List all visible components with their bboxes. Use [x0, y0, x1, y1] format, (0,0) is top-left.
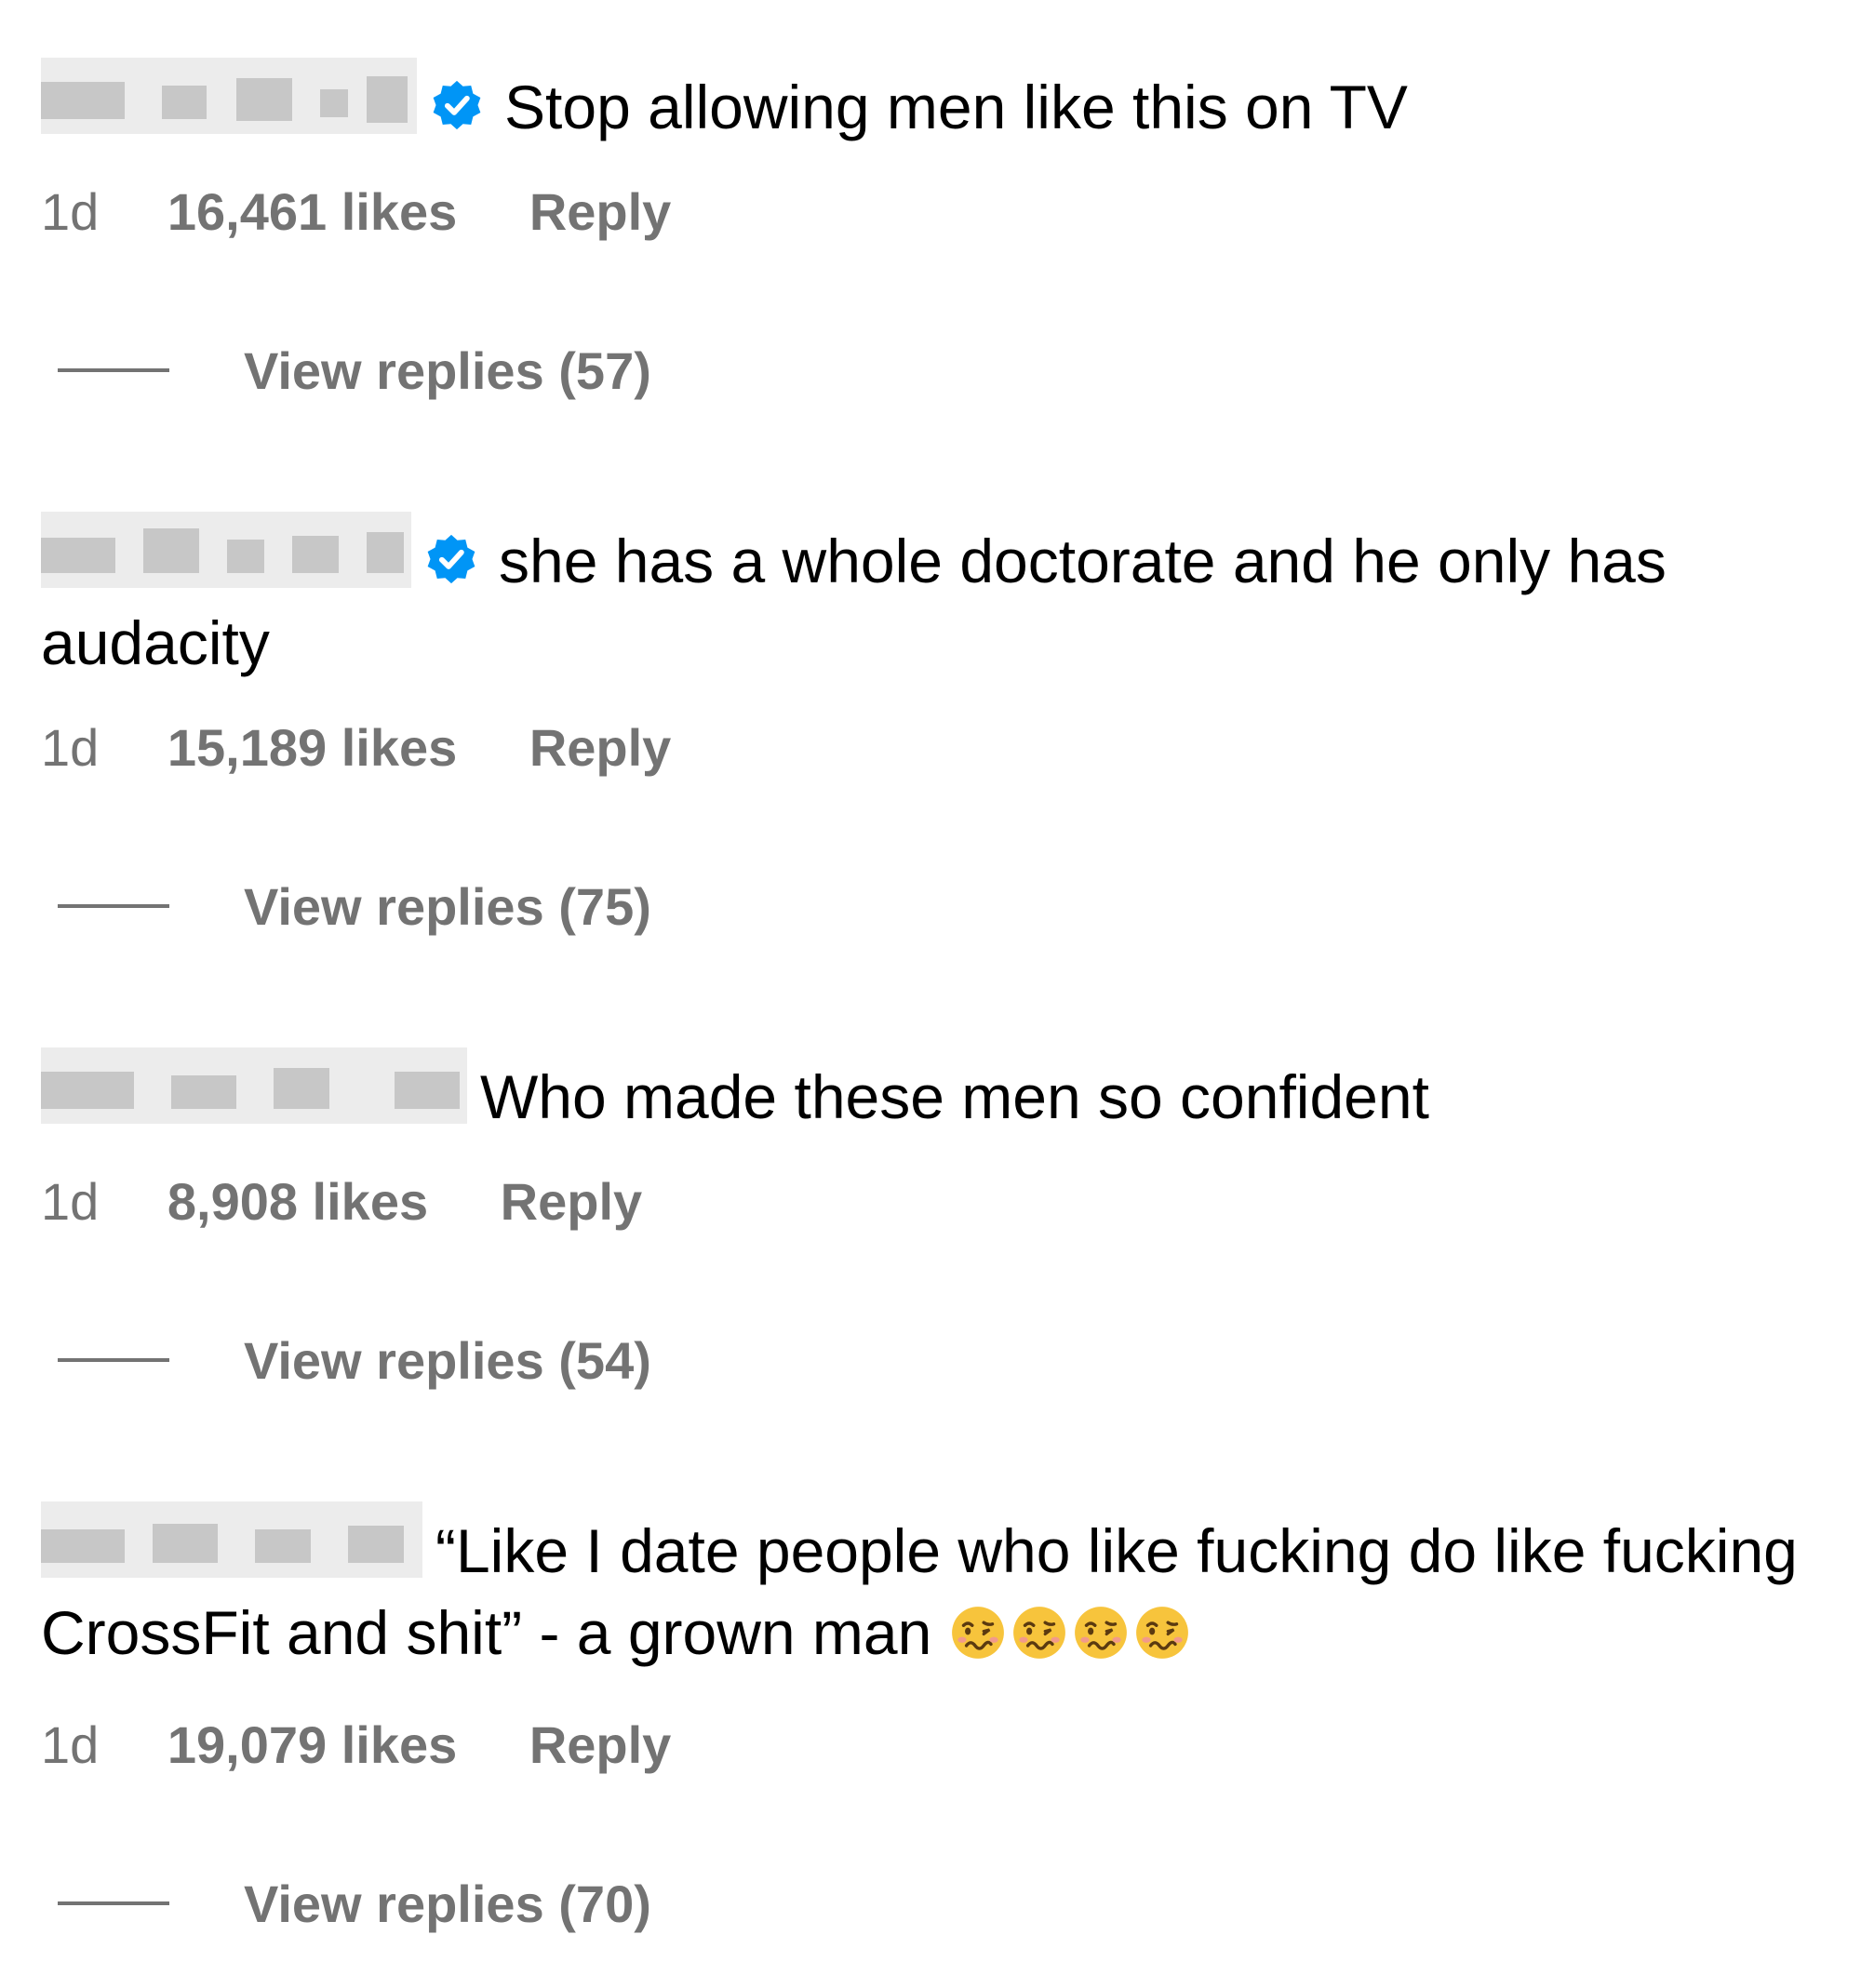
comment: she has a whole doctorate and he only ha… [0, 512, 1861, 939]
divider-line [58, 1358, 169, 1362]
comment-time[interactable]: 1d [41, 1172, 99, 1231]
comment-text: Who made these men so confident [480, 1062, 1429, 1131]
redacted-username[interactable] [41, 58, 417, 134]
view-replies-button[interactable]: View replies (57) [58, 338, 1861, 403]
comment-body: Stop allowing men like this on TV [41, 58, 1837, 148]
comment: “Like I date people who like fucking do … [0, 1501, 1861, 1936]
view-replies-label: View replies (57) [244, 340, 651, 400]
reply-button[interactable]: Reply [501, 1172, 643, 1231]
view-replies-button[interactable]: View replies (70) [58, 1871, 1861, 1936]
divider-line [58, 904, 169, 908]
comment-body: Who made these men so confident [41, 1047, 1837, 1138]
comment-likes[interactable]: 16,461 likes [167, 182, 457, 241]
woozy-face-icon [1135, 1607, 1188, 1659]
comment-time[interactable]: 1d [41, 718, 99, 777]
woozy-face-icon [1012, 1607, 1065, 1659]
comment-text: Stop allowing men like this on TV [504, 73, 1408, 141]
redacted-username[interactable] [41, 1047, 467, 1124]
reply-button[interactable]: Reply [529, 1715, 672, 1774]
comment-time[interactable]: 1d [41, 1715, 99, 1774]
reply-button[interactable]: Reply [529, 718, 672, 777]
woozy-face-icon [951, 1607, 1004, 1659]
comment-likes[interactable]: 8,908 likes [167, 1172, 428, 1231]
divider-line [58, 368, 169, 372]
comment-likes[interactable]: 19,079 likes [167, 1715, 457, 1774]
divider-line [58, 1901, 169, 1905]
redacted-username[interactable] [41, 1501, 422, 1578]
comment-meta: 1d 16,461 likes Reply [41, 180, 1861, 245]
view-replies-label: View replies (70) [244, 1874, 651, 1933]
comment: Who made these men so confident 1d 8,908… [0, 1047, 1861, 1393]
view-replies-label: View replies (54) [244, 1330, 651, 1390]
comment-meta: 1d 15,189 likes Reply [41, 715, 1861, 781]
redacted-username[interactable] [41, 512, 411, 588]
comment: Stop allowing men like this on TV 1d 16,… [0, 58, 1861, 403]
woozy-face-icon [1074, 1607, 1127, 1659]
view-replies-label: View replies (75) [244, 876, 651, 936]
comment-body: she has a whole doctorate and he only ha… [41, 512, 1837, 684]
comment-likes[interactable]: 15,189 likes [167, 718, 457, 777]
comment-time[interactable]: 1d [41, 182, 99, 241]
comment-meta: 1d 19,079 likes Reply [41, 1713, 1861, 1778]
comment-meta: 1d 8,908 likes Reply [41, 1169, 1861, 1234]
verified-badge-icon [427, 534, 475, 584]
comment-body: “Like I date people who like fucking do … [41, 1501, 1837, 1681]
reply-button[interactable]: Reply [529, 182, 672, 241]
view-replies-button[interactable]: View replies (54) [58, 1328, 1861, 1393]
verified-badge-icon [433, 80, 481, 130]
emoji-group [949, 1599, 1195, 1681]
view-replies-button[interactable]: View replies (75) [58, 874, 1861, 939]
